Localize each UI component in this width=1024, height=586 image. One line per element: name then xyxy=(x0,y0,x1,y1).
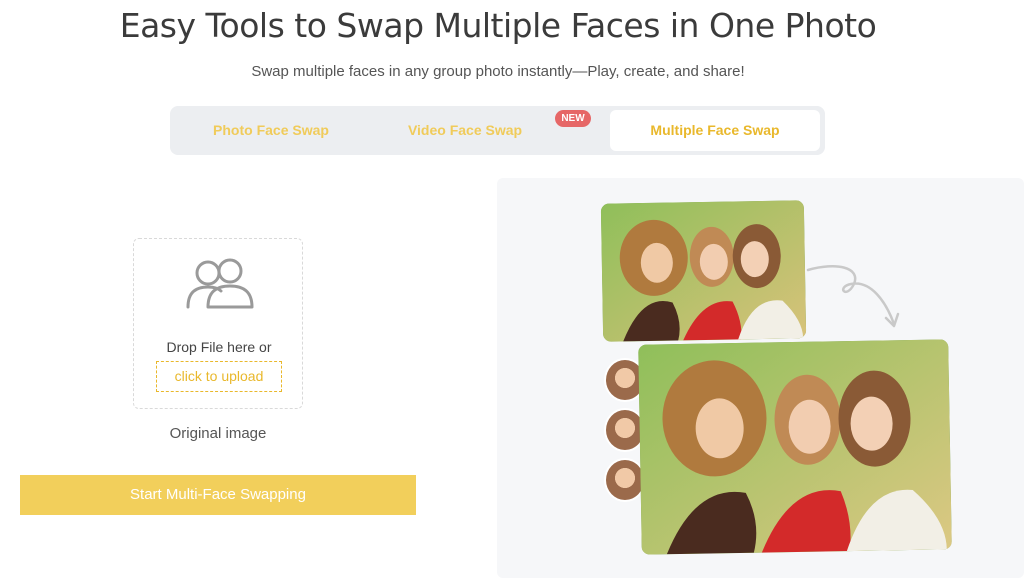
people-icon xyxy=(186,258,254,309)
new-badge: NEW xyxy=(555,110,591,127)
transform-arrow-icon xyxy=(806,265,900,328)
start-multi-face-swapping-button[interactable]: Start Multi-Face Swapping xyxy=(20,475,416,515)
original-image-label: Original image xyxy=(169,425,267,442)
page-title: Easy Tools to Swap Multiple Faces in One… xyxy=(119,6,877,45)
tab-multiple-face-swap[interactable]: Multiple Face Swap xyxy=(610,110,820,151)
swapped-group-photo xyxy=(638,339,952,555)
tab-video-face-swap[interactable]: Video Face Swap xyxy=(370,110,560,151)
tool-tabs: Photo Face Swap Video Face Swap NEW Mult… xyxy=(170,106,825,155)
drop-file-text: Drop File here or xyxy=(166,339,272,355)
tab-photo-face-swap[interactable]: Photo Face Swap xyxy=(180,110,362,151)
page-subtitle: Swap multiple faces in any group photo i… xyxy=(251,63,745,80)
click-to-upload-button[interactable]: click to upload xyxy=(156,361,282,392)
original-group-photo xyxy=(600,200,807,342)
upload-dropzone[interactable]: Drop File here or click to upload xyxy=(133,238,303,409)
